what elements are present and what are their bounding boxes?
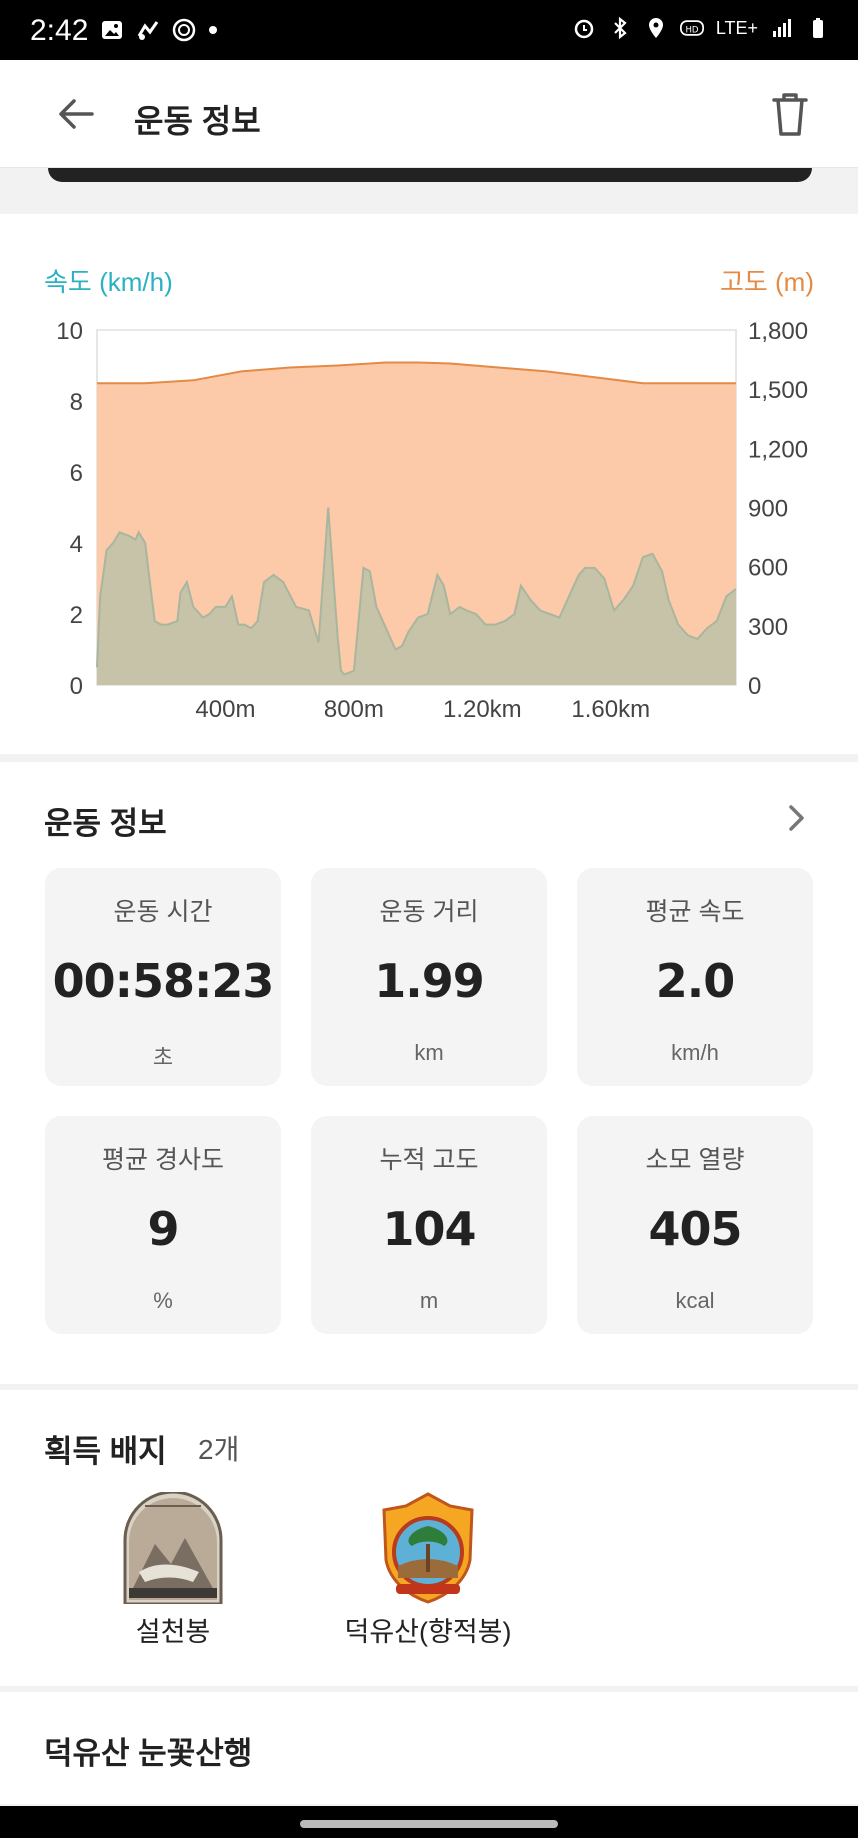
location-icon: [648, 18, 663, 38]
stat-unit: km: [414, 1040, 444, 1065]
badge-label: 덕유산(향적봉): [344, 1617, 512, 1647]
chevron-right-icon[interactable]: [778, 800, 814, 836]
route-card[interactable]: 덕유산 눈꽃산행: [0, 1692, 858, 1804]
altitude-legend: 고도 (m): [719, 267, 814, 297]
stat-label: 운동 시간: [113, 898, 213, 926]
y-right-tick-label: 300: [748, 614, 788, 641]
stat-value: 2.0: [655, 954, 736, 1008]
bluetooth-icon: [614, 16, 627, 40]
system-nav-bar: [0, 1806, 858, 1838]
stat-unit: kcal: [675, 1288, 715, 1313]
status-right-icons: HD LTE+: [572, 16, 830, 40]
camera-ring-icon: [172, 18, 196, 42]
graph-app-icon: [137, 21, 159, 40]
y-left-tick-label: 10: [56, 318, 83, 345]
workout-info-title: 운동 정보: [44, 806, 167, 841]
battery-icon: [813, 18, 823, 38]
svg-text:HD: HD: [685, 25, 698, 35]
stat-label: 소모 열량: [645, 1146, 745, 1174]
route-title: 덕유산 눈꽃산행: [44, 1736, 253, 1771]
stat-label: 평균 경사도: [102, 1146, 224, 1174]
stat-value: 405: [648, 1202, 742, 1256]
y-left-tick-label: 2: [70, 602, 83, 629]
stat-unit: km/h: [671, 1040, 719, 1065]
y-left-tick-label: 6: [70, 460, 83, 487]
badge-label: 설천봉: [135, 1617, 211, 1647]
network-type: LTE+: [715, 17, 758, 38]
x-tick-label: 400m: [195, 696, 255, 723]
status-bar: 2:42 HD LTE+: [0, 0, 858, 60]
stat-tile-avg-speed: 평균 속도 2.0 km/h: [577, 868, 813, 1086]
signal-icon: [773, 19, 791, 37]
map-preview-edge[interactable]: [48, 168, 812, 182]
badges-title: 획득 배지: [44, 1434, 167, 1469]
speed-legend: 속도 (km/h): [44, 267, 173, 297]
stat-value: 00:58:23: [52, 954, 275, 1008]
trash-icon[interactable]: [766, 88, 814, 140]
status-time: 2:42: [30, 14, 89, 47]
badges-count: 2개: [198, 1434, 240, 1465]
y-right-tick-label: 1,800: [748, 318, 808, 345]
alarm-icon: [574, 19, 594, 39]
image-icon: [102, 21, 122, 39]
stat-label: 누적 고도: [379, 1146, 479, 1174]
stat-label: 운동 거리: [379, 898, 479, 926]
badge-hyangjeokbong[interactable]: 덕유산(향적봉): [318, 1492, 538, 1649]
stat-tile-distance: 운동 거리 1.99 km: [311, 868, 547, 1086]
page-title: 운동 정보: [134, 103, 261, 139]
stat-tile-elevation-gain: 누적 고도 104 m: [311, 1116, 547, 1334]
stat-value: 9: [147, 1202, 179, 1256]
y-right-tick-label: 1,500: [748, 377, 808, 404]
stat-tile-calories: 소모 열량 405 kcal: [577, 1116, 813, 1334]
stat-unit: %: [153, 1288, 173, 1313]
y-left-tick-label: 4: [70, 531, 83, 558]
dot-icon: [209, 26, 217, 34]
arrow-left-icon[interactable]: [52, 90, 100, 138]
stat-label: 평균 속도: [645, 898, 745, 926]
app-bar: 운동 정보: [0, 60, 858, 168]
y-left-tick-label: 0: [70, 673, 83, 700]
x-tick-label: 1.20km: [443, 696, 522, 723]
stat-tile-avg-slope: 평균 경사도 9 %: [45, 1116, 281, 1334]
y-right-tick-label: 900: [748, 496, 788, 523]
stat-value: 104: [382, 1202, 476, 1256]
status-left-icons: [100, 18, 218, 42]
y-right-tick-label: 1,200: [748, 436, 808, 463]
stat-unit: 초: [152, 1045, 174, 1070]
hd-icon: HD: [679, 20, 704, 36]
y-left-tick-label: 8: [70, 389, 83, 416]
badge-seolcheonbong[interactable]: 설천봉: [108, 1492, 238, 1649]
y-right-tick-label: 600: [748, 555, 788, 582]
stat-tile-duration: 운동 시간 00:58:23 초: [45, 868, 281, 1086]
y-right-tick-label: 0: [748, 673, 761, 700]
mountain-badge-icon: [123, 1492, 223, 1604]
pine-tree-badge-icon: [382, 1492, 474, 1604]
x-tick-label: 800m: [324, 696, 384, 723]
stat-value: 1.99: [374, 954, 485, 1008]
x-tick-label: 1.60km: [571, 696, 650, 723]
speed-altitude-chart: 0 2 4 6 8 10 0 300 600 900 1,200 1,500 1,800 400m 800m…: [56, 318, 808, 723]
home-gesture-pill[interactable]: [300, 1820, 558, 1828]
stat-unit: m: [419, 1288, 439, 1313]
